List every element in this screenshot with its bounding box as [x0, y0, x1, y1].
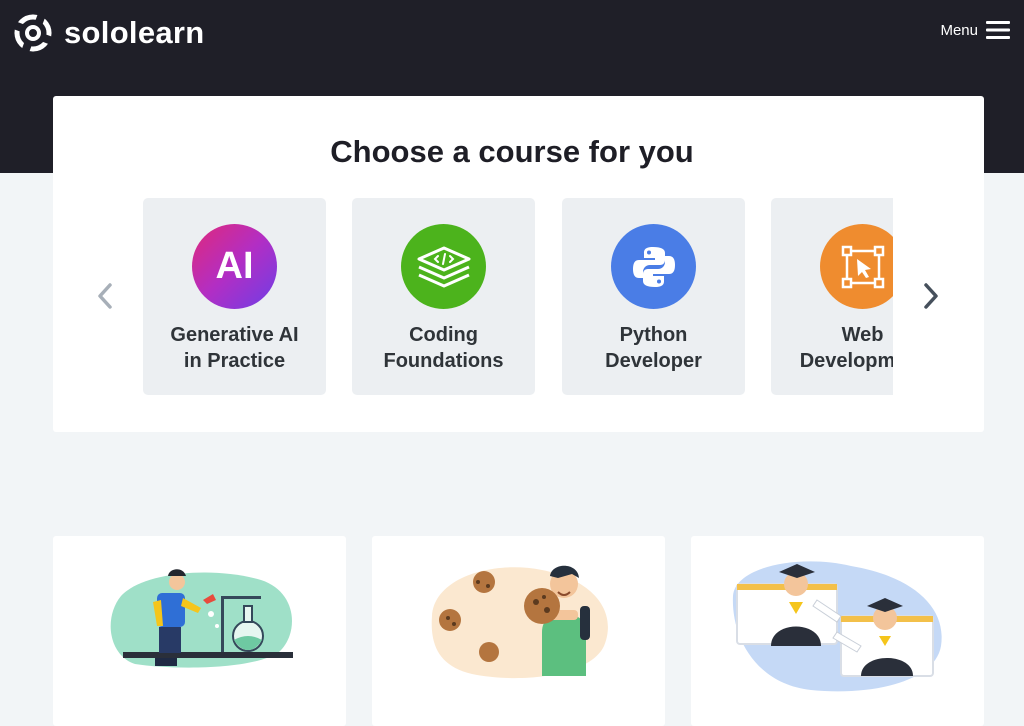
course-label-line2: Development: [799, 350, 893, 372]
course-card-generative-ai[interactable]: AI Generative AI in Practice: [143, 198, 326, 395]
course-label-line2: Foundations: [383, 350, 504, 372]
course-carousel: AI Generative AI in Practice Coding Foun…: [143, 198, 893, 395]
menu-button[interactable]: Menu: [940, 20, 1010, 40]
web-cursor-icon: [820, 224, 893, 309]
course-label-line1: Coding: [409, 324, 478, 346]
graduation-illustration-icon: [732, 561, 942, 692]
sololearn-logo[interactable]: sololearn: [12, 12, 205, 54]
course-label-line1: Web: [841, 324, 884, 346]
science-illustration-icon: [110, 569, 293, 668]
feature-card-graduation: [691, 536, 984, 726]
course-label-line2: Developer: [605, 350, 702, 372]
hamburger-icon: [986, 21, 1010, 39]
brand-name: sololearn: [64, 15, 205, 50]
ai-icon-text: AI: [215, 245, 254, 287]
ai-icon: AI: [192, 224, 277, 309]
course-label-line1: Python: [619, 324, 688, 346]
carousel-next-arrow-icon[interactable]: [922, 282, 940, 310]
feature-card-reward: [372, 536, 665, 726]
carousel-prev-arrow-icon[interactable]: [96, 282, 114, 310]
course-label: Python Developer: [562, 322, 745, 374]
course-label: Coding Foundations: [352, 322, 535, 374]
course-label: Web Development: [771, 322, 893, 374]
select-cursor-icon: [841, 245, 884, 288]
course-card-coding-foundations[interactable]: Coding Foundations: [352, 198, 535, 395]
cookie-illustration-icon: [431, 565, 608, 679]
page-title: Choose a course for you: [330, 134, 694, 169]
code-layers-icon: [401, 224, 486, 309]
course-card-web-development[interactable]: Web Development: [771, 198, 893, 395]
feature-card-science: [53, 536, 346, 726]
sololearn-logo-icon: [14, 14, 52, 52]
course-card-python-developer[interactable]: Python Developer: [562, 198, 745, 395]
menu-label: Menu: [940, 21, 978, 39]
course-label-line1: Generative AI: [170, 324, 299, 346]
python-logo-icon: [632, 246, 675, 287]
course-label: Generative AI in Practice: [143, 322, 326, 374]
python-icon: [611, 224, 696, 309]
course-label-line2: in Practice: [183, 350, 286, 372]
layers-glyph-icon: [417, 246, 470, 287]
